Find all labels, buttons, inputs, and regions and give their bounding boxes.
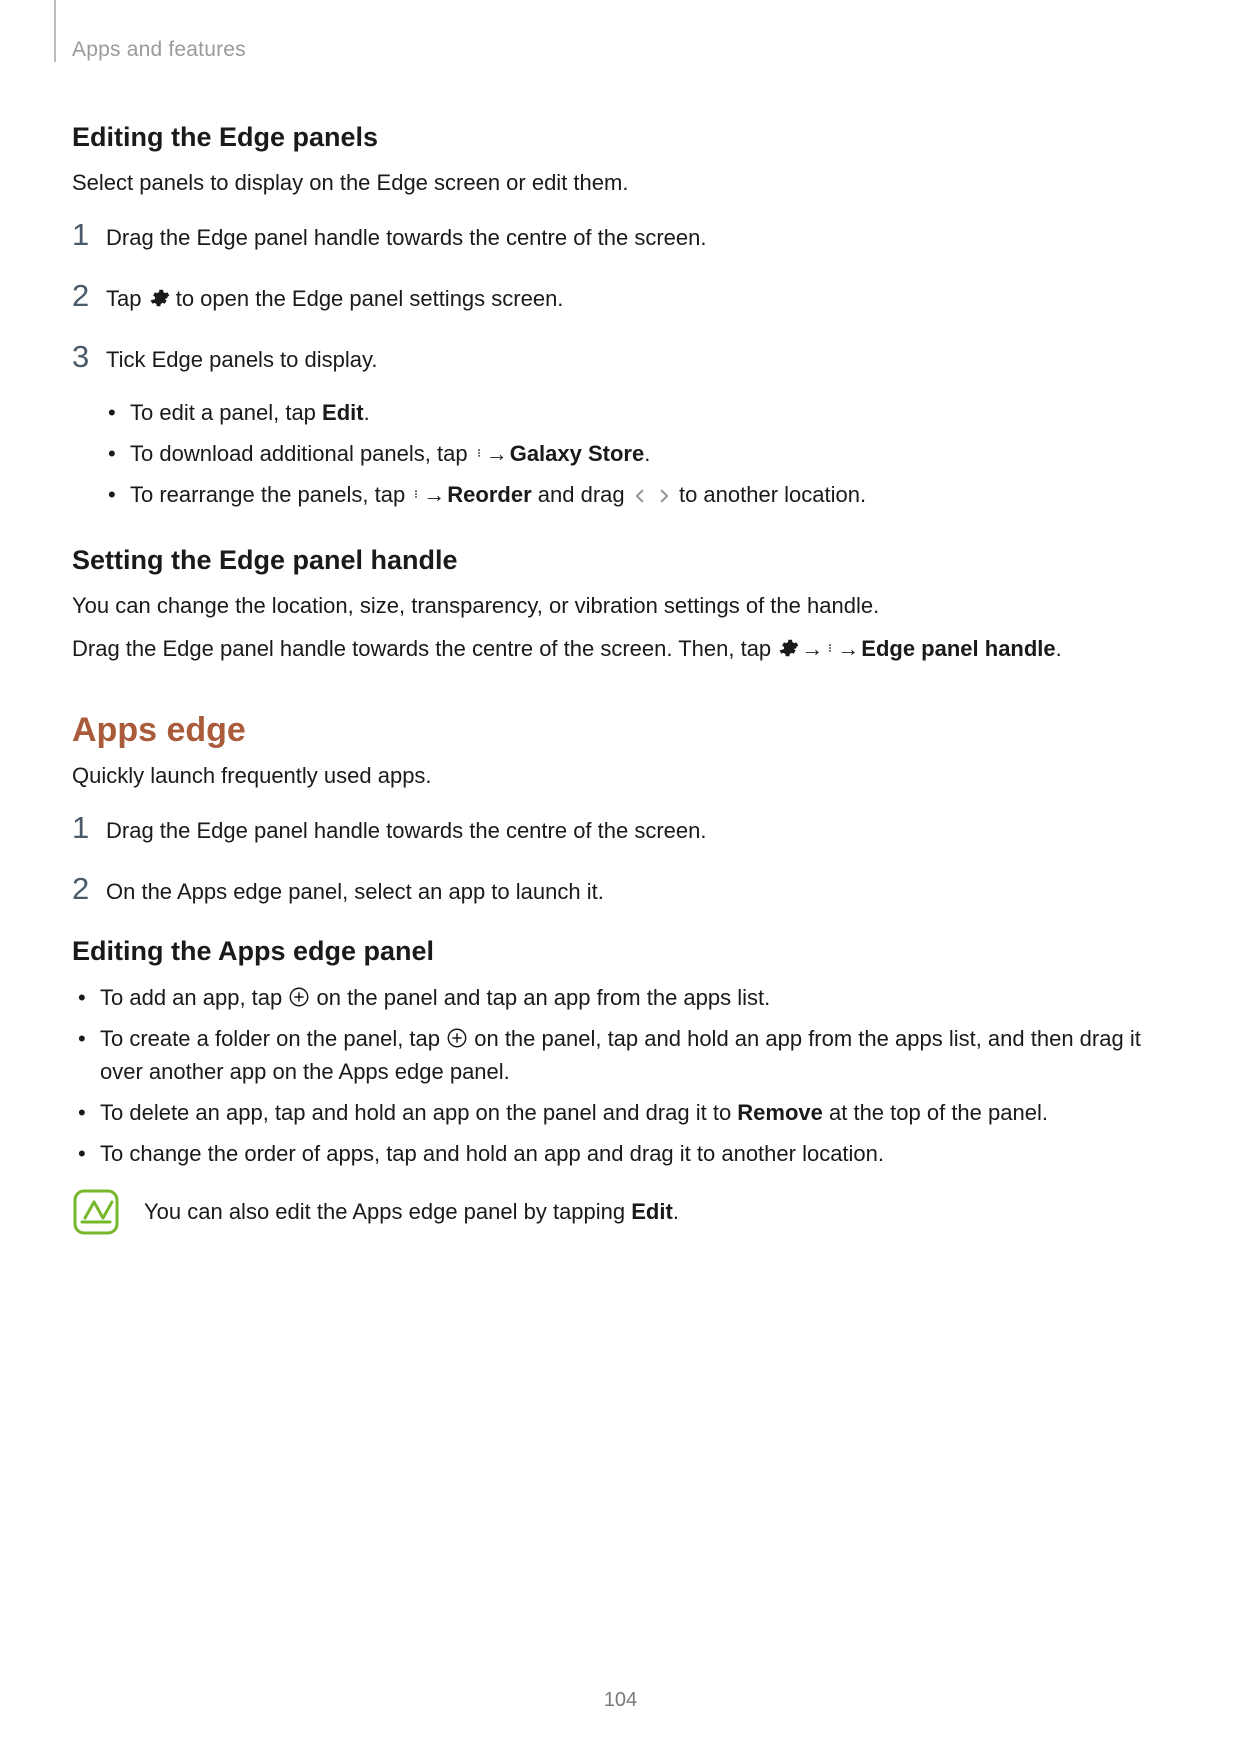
text: .	[1056, 636, 1062, 661]
bold-remove: Remove	[737, 1100, 823, 1125]
text: to another location.	[673, 482, 866, 507]
heading-editing-edge-panels: Editing the Edge panels	[72, 122, 1169, 153]
gear-icon	[148, 287, 170, 309]
more-icon	[825, 637, 835, 659]
text: and drag	[532, 482, 631, 507]
chevron-left-icon	[631, 487, 649, 505]
content: Editing the Edge panels Select panels to…	[72, 122, 1169, 1236]
note-icon	[72, 1188, 120, 1236]
chevron-right-icon	[655, 487, 673, 505]
text: To edit a panel, tap	[130, 400, 322, 425]
steps-list: 1 Drag the Edge panel handle towards the…	[72, 219, 1169, 376]
gear-icon	[777, 637, 799, 659]
steps-list: 1 Drag the Edge panel handle towards the…	[72, 812, 1169, 908]
text: .	[644, 441, 650, 466]
step-text: Tick Edge panels to display.	[106, 341, 1169, 376]
step-2: 2 On the Apps edge panel, select an app …	[72, 873, 1169, 908]
step-text: Tap to open the Edge panel settings scre…	[106, 280, 1169, 315]
bullets-list: To add an app, tap on the panel and tap …	[72, 981, 1169, 1170]
text: Drag the Edge panel handle towards the c…	[72, 636, 777, 661]
bullet-add-app: To add an app, tap on the panel and tap …	[72, 981, 1169, 1014]
note-text: You can also edit the Apps edge panel by…	[144, 1196, 679, 1228]
intro-text: Quickly launch frequently used apps.	[72, 760, 1169, 792]
text: To delete an app, tap and hold an app on…	[100, 1100, 737, 1125]
heading-setting-handle: Setting the Edge panel handle	[72, 545, 1169, 576]
text: To rearrange the panels, tap	[130, 482, 411, 507]
step-2: 2 Tap to open the Edge panel settings sc…	[72, 280, 1169, 315]
bullet-delete-app: To delete an app, tap and hold an app on…	[72, 1096, 1169, 1129]
step-text: Drag the Edge panel handle towards the c…	[106, 812, 1169, 847]
bold-edge-panel-handle: Edge panel handle	[861, 636, 1055, 661]
page-number: 104	[0, 1689, 1241, 1712]
step-1: 1 Drag the Edge panel handle towards the…	[72, 812, 1169, 847]
bullet-download: To download additional panels, tap → Gal…	[102, 437, 1169, 470]
step-number: 2	[72, 873, 106, 904]
text: .	[673, 1199, 679, 1224]
paragraph: You can change the location, size, trans…	[72, 590, 1169, 622]
bold-edit: Edit	[631, 1199, 673, 1224]
bullet-reorder-apps: To change the order of apps, tap and hol…	[72, 1137, 1169, 1170]
more-icon	[474, 442, 484, 464]
step-number: 2	[72, 280, 106, 311]
step-3: 3 Tick Edge panels to display.	[72, 341, 1169, 376]
plus-circle-icon	[446, 1027, 468, 1049]
plus-circle-icon	[288, 986, 310, 1008]
text: to open the Edge panel settings screen.	[170, 286, 564, 311]
paragraph: Drag the Edge panel handle towards the c…	[72, 633, 1169, 665]
heading-apps-edge: Apps edge	[72, 711, 1169, 750]
step-1: 1 Drag the Edge panel handle towards the…	[72, 219, 1169, 254]
step-text: On the Apps edge panel, select an app to…	[106, 873, 1169, 908]
step-number: 1	[72, 219, 106, 250]
page: Apps and features Editing the Edge panel…	[0, 0, 1241, 1754]
bullet-create-folder: To create a folder on the panel, tap on …	[72, 1022, 1169, 1088]
sub-bullets: To edit a panel, tap Edit. To download a…	[102, 396, 1169, 511]
intro-text: Select panels to display on the Edge scr…	[72, 167, 1169, 199]
bullet-rearrange: To rearrange the panels, tap → Reorder a…	[102, 478, 1169, 511]
text: To add an app, tap	[100, 985, 288, 1010]
more-icon	[411, 483, 421, 505]
bold-reorder: Reorder	[447, 482, 531, 507]
bold-galaxy-store: Galaxy Store	[510, 441, 645, 466]
breadcrumb: Apps and features	[72, 36, 1169, 62]
arrow-icon: →	[486, 437, 508, 470]
text: To download additional panels, tap	[130, 441, 474, 466]
heading-editing-apps-edge: Editing the Apps edge panel	[72, 936, 1169, 967]
step-number: 1	[72, 812, 106, 843]
bold-edit: Edit	[322, 400, 364, 425]
text: .	[364, 400, 370, 425]
arrow-icon: →	[801, 633, 823, 665]
text: Tap	[106, 286, 148, 311]
step-text: Drag the Edge panel handle towards the c…	[106, 219, 1169, 254]
arrow-icon: →	[837, 633, 859, 665]
text: You can also edit the Apps edge panel by…	[144, 1199, 631, 1224]
step-number: 3	[72, 341, 106, 372]
bullet-edit: To edit a panel, tap Edit.	[102, 396, 1169, 429]
text: at the top of the panel.	[823, 1100, 1048, 1125]
text: on the panel and tap an app from the app…	[310, 985, 770, 1010]
header-rule	[54, 0, 56, 62]
note-row: You can also edit the Apps edge panel by…	[72, 1188, 1169, 1236]
arrow-icon: →	[423, 478, 445, 511]
text: To create a folder on the panel, tap	[100, 1026, 446, 1051]
